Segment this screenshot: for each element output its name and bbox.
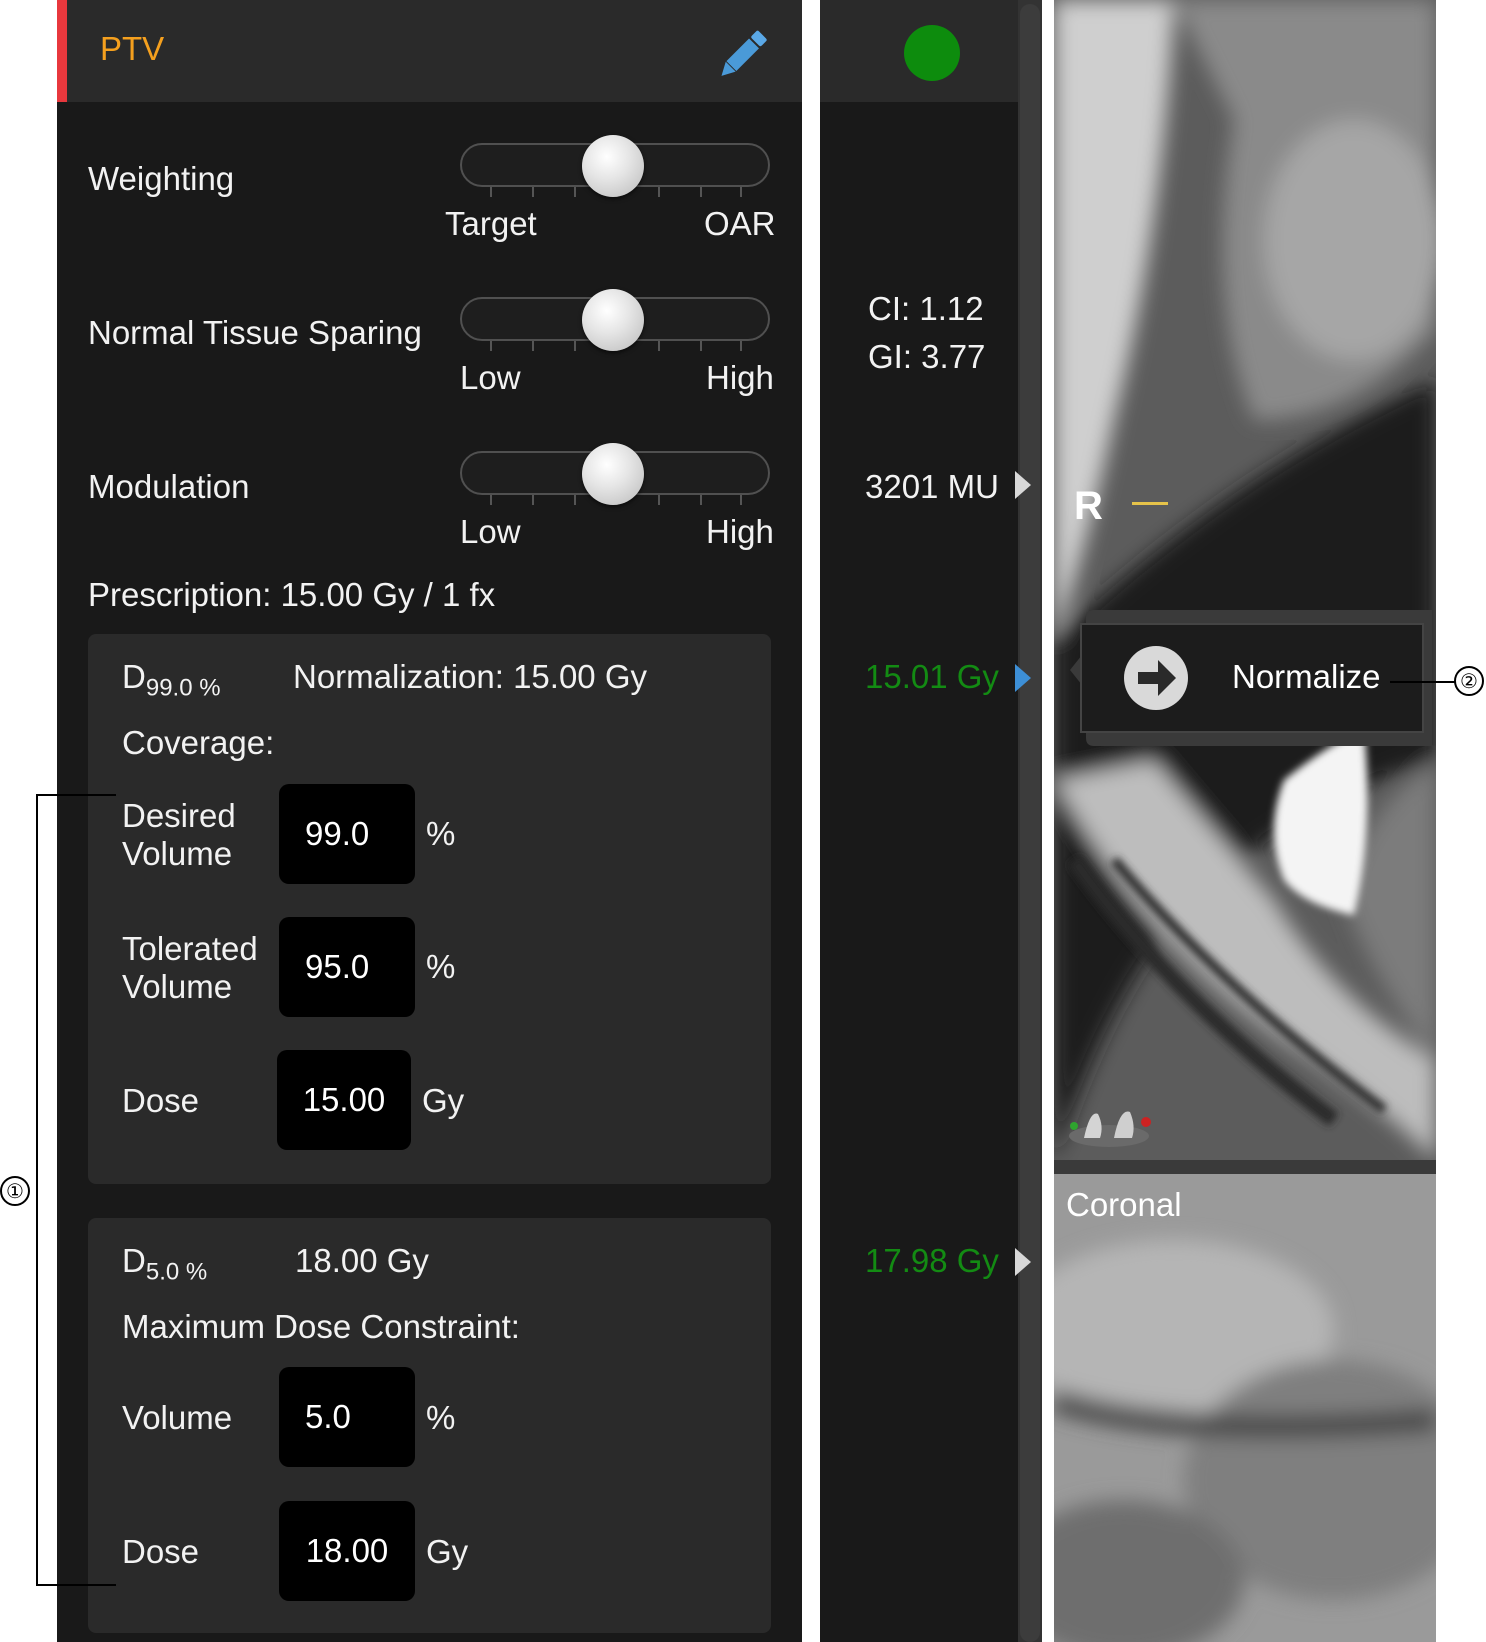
max-dose-metric-main: D xyxy=(122,1242,146,1279)
coverage-metric: D99.0 % xyxy=(122,658,221,703)
results-column xyxy=(820,0,1020,1642)
max-dose-title: Maximum Dose Constraint: xyxy=(122,1308,520,1345)
normalization-text: Normalization: 15.00 Gy xyxy=(293,658,647,695)
desired-volume-unit: % xyxy=(426,815,456,852)
coverage-metric-sub: 99.0 % xyxy=(145,674,221,702)
max-dose-result: 17.98 Gy xyxy=(865,1242,999,1279)
callout-1: ① xyxy=(0,1176,30,1206)
weighting-min-label: Target xyxy=(445,205,537,242)
desired-volume-label: Desired Volume xyxy=(122,797,236,873)
weighting-slider[interactable] xyxy=(460,135,772,197)
coverage-result: 15.01 Gy xyxy=(865,658,999,695)
mu-value: 3201 MU xyxy=(865,468,999,505)
desired-volume-label-line2: Volume xyxy=(122,835,233,872)
bracket-1-vertical xyxy=(36,794,38,1586)
max-dose-dose-unit: Gy xyxy=(426,1533,469,1570)
bracket-1-bottom xyxy=(36,1584,116,1586)
max-dose-volume-label: Volume xyxy=(122,1399,233,1436)
structure-header[interactable] xyxy=(57,0,802,102)
tolerated-volume-label: Tolerated Volume xyxy=(122,930,258,1006)
max-dose-arrow-icon[interactable] xyxy=(1015,1248,1031,1276)
modulation-slider[interactable] xyxy=(460,443,772,505)
orientation-label: R xyxy=(1074,484,1103,528)
coronal-view-label: Coronal xyxy=(1066,1186,1182,1223)
orientation-widget-icon[interactable] xyxy=(1064,1100,1154,1150)
normalize-button-label: Normalize xyxy=(1232,658,1381,695)
max-dose-value: 18.00 Gy xyxy=(295,1242,429,1279)
pencil-icon[interactable] xyxy=(712,24,772,84)
max-dose-volume-input[interactable]: 5.0 xyxy=(279,1367,415,1467)
weighting-label: Weighting xyxy=(88,160,235,197)
modulation-slider-thumb[interactable] xyxy=(582,443,644,505)
structure-name: PTV xyxy=(100,30,165,67)
normal-tissue-sparing-slider[interactable] xyxy=(460,289,772,351)
coverage-dose-label: Dose xyxy=(122,1082,200,1119)
coverage-dose-unit: Gy xyxy=(422,1082,465,1119)
normal-tissue-sparing-min-label: Low xyxy=(460,359,521,396)
tolerated-volume-label-line1: Tolerated xyxy=(122,930,258,967)
prescription-text: Prescription: 15.00 Gy / 1 fx xyxy=(88,576,496,613)
tolerated-volume-input[interactable]: 95.0 xyxy=(279,917,415,1017)
max-dose-volume-unit: % xyxy=(426,1399,456,1436)
arrow-right-circle-icon xyxy=(1124,646,1188,710)
max-dose-metric: D5.0 % xyxy=(122,1242,207,1287)
status-indicator xyxy=(904,25,960,81)
bracket-1-top xyxy=(36,794,116,796)
weighting-slider-thumb[interactable] xyxy=(582,135,644,197)
coverage-metric-main: D xyxy=(122,658,146,695)
max-dose-metric-sub: 5.0 % xyxy=(145,1258,208,1286)
scrollbar-thumb[interactable] xyxy=(1020,4,1040,1642)
gi-value: GI: 3.77 xyxy=(868,338,986,375)
modulation-min-label: Low xyxy=(460,513,521,550)
normal-tissue-sparing-max-label: High xyxy=(706,359,774,396)
mu-arrow-icon[interactable] xyxy=(1015,471,1031,499)
max-dose-dose-input[interactable]: 18.00 xyxy=(279,1501,415,1601)
coverage-dose-input[interactable]: 15.00 xyxy=(277,1050,411,1150)
desired-volume-label-line1: Desired xyxy=(122,797,236,834)
ci-value: CI: 1.12 xyxy=(868,290,984,327)
weighting-max-label: OAR xyxy=(704,205,776,242)
modulation-label: Modulation xyxy=(88,468,250,505)
modulation-max-label: High xyxy=(706,513,774,550)
max-dose-dose-label: Dose xyxy=(122,1533,200,1570)
desired-volume-input[interactable]: 99.0 xyxy=(279,784,415,884)
callout-2: ② xyxy=(1454,666,1484,696)
view-divider xyxy=(1054,1160,1436,1174)
coverage-title: Coverage: xyxy=(122,724,275,761)
coverage-arrow-icon[interactable] xyxy=(1015,664,1031,692)
ct-image-view[interactable] xyxy=(1054,0,1436,1642)
scale-marker xyxy=(1132,502,1168,505)
callout-2-line xyxy=(1390,681,1456,683)
normal-tissue-sparing-label: Normal Tissue Sparing xyxy=(88,314,422,351)
normal-tissue-sparing-slider-thumb[interactable] xyxy=(582,289,644,351)
tolerated-volume-label-line2: Volume xyxy=(122,968,233,1005)
structure-color-bar xyxy=(57,0,67,102)
tolerated-volume-unit: % xyxy=(426,948,456,985)
